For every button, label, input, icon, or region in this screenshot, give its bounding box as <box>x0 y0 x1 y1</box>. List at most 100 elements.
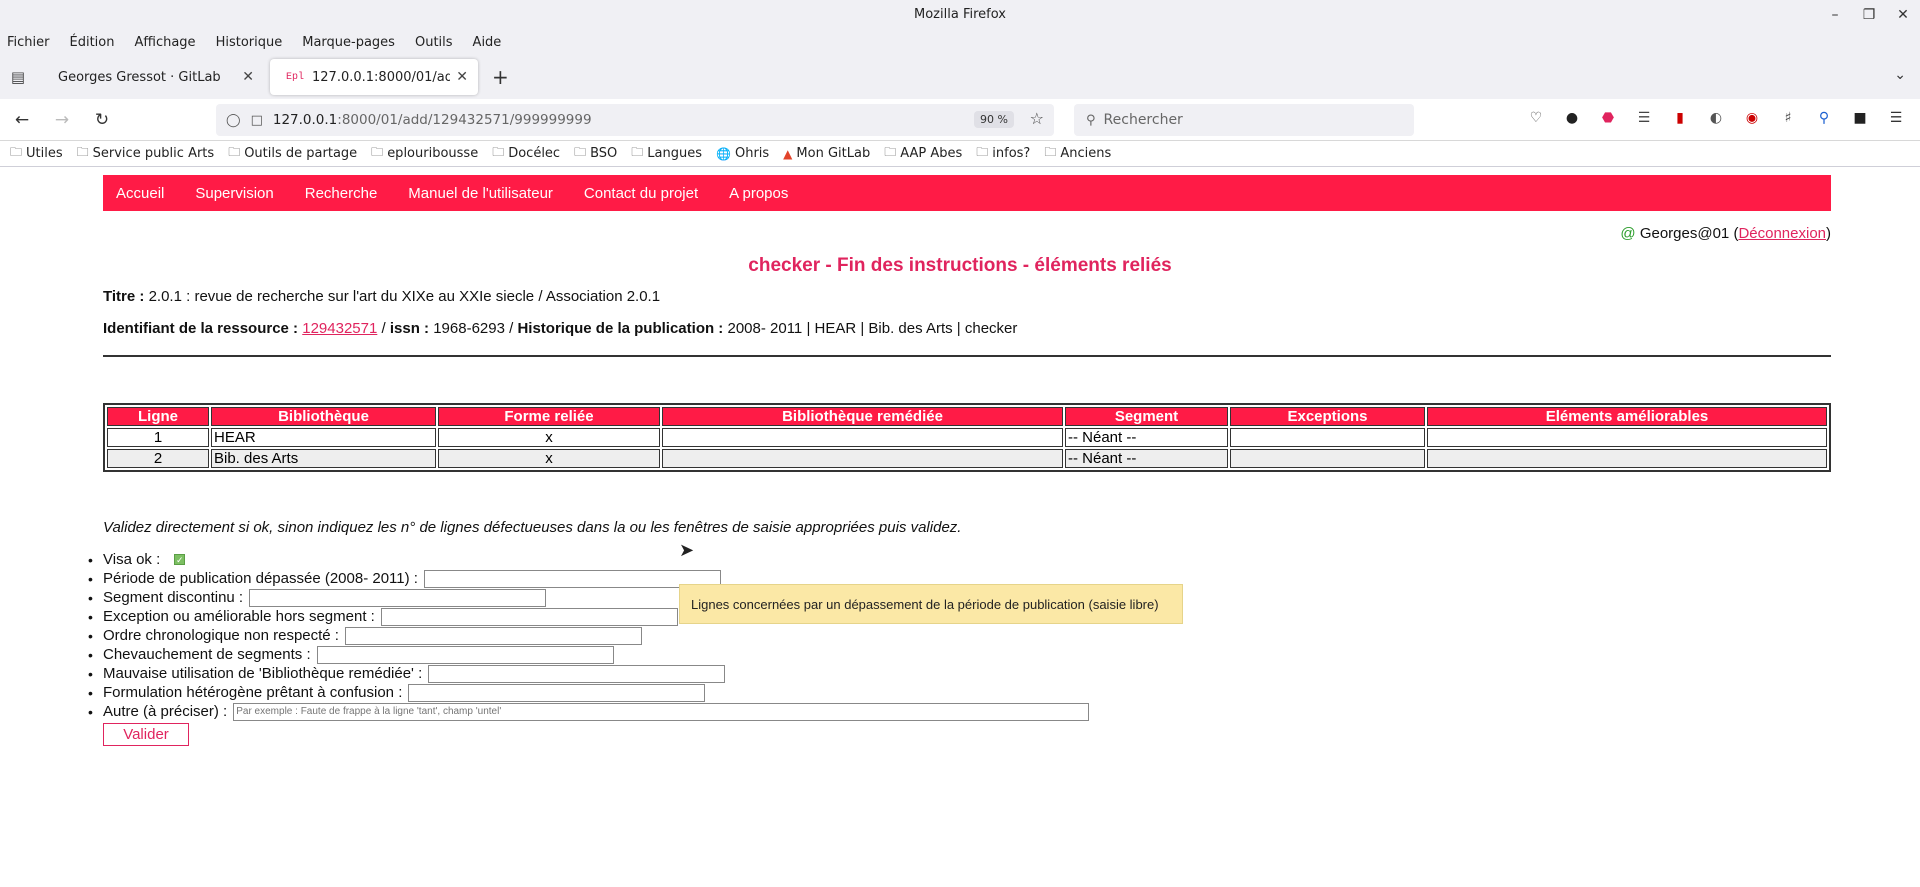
cell-ligne: 1 <box>107 428 209 447</box>
bookmark-eplouribousse[interactable]: 🗀 eplouribousse <box>371 143 478 164</box>
logout-link[interactable]: Déconnexion <box>1738 225 1826 242</box>
window-title: Mozilla Firefox <box>914 7 1006 22</box>
close-window-icon[interactable]: ✕ <box>1886 0 1920 30</box>
menu-fichier[interactable]: Fichier <box>4 35 53 50</box>
menu-outils[interactable]: Outils <box>412 35 456 50</box>
bookmark-label: Docélec <box>508 146 561 161</box>
bookmark-ohris[interactable]: 🌐 Ohris <box>716 146 769 161</box>
col-bibliotheque: Bibliothèque <box>211 407 436 426</box>
adblock-icon[interactable]: ⬣ <box>1590 110 1626 126</box>
bookmark-langues[interactable]: 🗀 Langues <box>631 143 702 164</box>
bookmark-aap-abes[interactable]: 🗀 AAP Abes <box>884 143 962 164</box>
cell-segment: -- Néant -- <box>1065 449 1228 468</box>
tab-tools-icon[interactable]: ■ <box>1842 110 1878 126</box>
nav-supervision[interactable]: Supervision <box>195 185 273 202</box>
cell-bibliotheque: Bib. des Arts <box>211 449 436 468</box>
search-placeholder: Rechercher <box>1103 112 1183 128</box>
tracker-icon[interactable]: ◉ <box>1734 110 1770 126</box>
exception-hors-segment-input[interactable] <box>380 607 678 626</box>
folder-icon: 🗀 <box>631 145 644 159</box>
resource-id-link[interactable]: 129432571 <box>302 320 377 337</box>
back-icon[interactable]: ← <box>4 110 40 130</box>
minimize-icon[interactable]: – <box>1818 0 1852 30</box>
bookmark-service-public-arts[interactable]: 🗀 Service public Arts <box>77 143 215 164</box>
bookmark-mon-gitlab[interactable]: ▲ Mon GitLab <box>783 146 870 161</box>
menu-historique[interactable]: Historique <box>213 35 286 50</box>
tab-active[interactable]: Epl 127.0.0.1:8000/01/add/129432571/9999… <box>270 59 478 95</box>
extensions-icon[interactable]: ♯ <box>1770 110 1806 126</box>
segment-discontinu-input[interactable] <box>249 588 547 607</box>
zoom-indicator[interactable]: 90 % <box>974 111 1014 128</box>
tab-gitlab[interactable]: Georges Gressot · GitLab ✕ <box>42 59 264 95</box>
nav-apropos[interactable]: A propos <box>729 185 788 202</box>
bookmark-outils-de-partage[interactable]: 🗀 Outils de partage <box>228 143 357 164</box>
menu-edition[interactable]: Édition <box>67 35 118 50</box>
table-row: 1 HEAR x -- Néant -- <box>107 428 1827 447</box>
instructions-text: Validez directement si ok, sinon indique… <box>103 519 962 536</box>
window-titlebar: Mozilla Firefox – ❐ ✕ <box>0 0 1920 30</box>
folder-icon: 🗀 <box>1044 145 1057 159</box>
field-tooltip: Lignes concernées par un dépassement de … <box>679 584 1183 624</box>
menu-affichage[interactable]: Affichage <box>131 35 198 50</box>
forward-icon[interactable]: → <box>44 110 80 130</box>
ublock-icon[interactable]: ▮ <box>1662 110 1698 126</box>
menu-aide[interactable]: Aide <box>470 35 505 50</box>
menu-marque-pages[interactable]: Marque-pages <box>299 35 398 50</box>
page-content: Accueil Supervision Recherche Manuel de … <box>0 167 1920 884</box>
site-nav: Accueil Supervision Recherche Manuel de … <box>103 175 1831 211</box>
chevron-down-icon[interactable]: ⌄ <box>1894 67 1906 83</box>
cell-ameliorables <box>1427 449 1827 468</box>
folder-icon: 🗀 <box>492 145 505 159</box>
extensions-toolbar: ♡ ● ⬣ ☰ ▮ ◐ ◉ ♯ ⚲ ■ ☰ <box>1518 110 1914 126</box>
hamburger-menu-icon[interactable]: ☰ <box>1878 110 1914 126</box>
bookmark-label: Langues <box>647 146 703 161</box>
tab-label: 127.0.0.1:8000/01/add/129432571/99999999… <box>312 69 451 85</box>
gitlab-icon: ▲ <box>783 146 793 161</box>
formulation-heterogene-input[interactable] <box>408 683 706 702</box>
nav-accueil[interactable]: Accueil <box>116 185 164 202</box>
bookmark-label: BSO <box>590 146 618 161</box>
url-bar[interactable]: ◯ □ 127.0.0.1:8000/01/add/129432571/9999… <box>216 104 1054 136</box>
bookmark-bso[interactable]: 🗀 BSO <box>574 143 617 164</box>
grammarly-icon[interactable]: ● <box>1554 110 1590 126</box>
close-tab-icon[interactable]: ✕ <box>456 69 468 85</box>
new-tab-icon[interactable]: + <box>492 65 509 89</box>
col-exceptions: Exceptions <box>1230 407 1425 426</box>
firefox-view-icon[interactable]: ▤ <box>0 68 36 86</box>
columns-icon[interactable]: ☰ <box>1626 110 1662 126</box>
nav-recherche[interactable]: Recherche <box>305 185 378 202</box>
pocket-icon[interactable]: ♡ <box>1518 110 1554 126</box>
bookmark-label: Ohris <box>734 146 770 161</box>
page-title: checker - Fin des instructions - élément… <box>748 255 1172 276</box>
periode-depassee-input[interactable] <box>423 569 721 588</box>
restore-icon[interactable]: ❐ <box>1852 0 1886 30</box>
folder-icon: 🗀 <box>371 145 384 159</box>
validate-button[interactable]: Valider <box>103 723 189 746</box>
shield-icon[interactable]: ◯ <box>226 113 241 128</box>
reload-icon[interactable]: ↻ <box>84 110 120 130</box>
chevauchement-input[interactable] <box>316 645 614 664</box>
lines-table: Ligne Bibliothèque Forme reliée Biblioth… <box>103 403 1831 472</box>
form-row: Mauvaise utilisation de 'Bibliothèque re… <box>88 664 1089 683</box>
separator: / <box>381 320 386 337</box>
window-controls: – ❐ ✕ <box>1818 0 1920 30</box>
privacy-icon[interactable]: ◐ <box>1698 110 1734 126</box>
bookmark-label: Anciens <box>1060 146 1112 161</box>
form-row: Chevauchement de segments : <box>88 645 1089 664</box>
bookmark-anciens[interactable]: 🗀 Anciens <box>1044 143 1111 164</box>
bookmark-docelec[interactable]: 🗀 Docélec <box>492 143 560 164</box>
page-info-icon[interactable]: □ <box>251 113 263 128</box>
bookmark-star-icon[interactable]: ☆ <box>1030 109 1044 128</box>
search-bar[interactable]: ⚲ Rechercher <box>1074 104 1414 136</box>
bibliotheque-remediee-input[interactable] <box>428 664 726 683</box>
col-bibliotheque-remediee: Bibliothèque remédiée <box>662 407 1063 426</box>
ordre-chronologique-input[interactable] <box>344 626 642 645</box>
visa-checkbox[interactable]: ✓ <box>174 554 186 565</box>
bookmark-infos[interactable]: 🗀 infos? <box>976 143 1030 164</box>
autre-input[interactable] <box>233 702 1090 721</box>
nav-contact[interactable]: Contact du projet <box>584 185 698 202</box>
close-tab-icon[interactable]: ✕ <box>242 69 254 85</box>
bookmark-utiles[interactable]: 🗀 Utiles <box>10 143 63 164</box>
nav-manuel[interactable]: Manuel de l'utilisateur <box>408 185 553 202</box>
zotero-icon[interactable]: ⚲ <box>1806 110 1842 126</box>
